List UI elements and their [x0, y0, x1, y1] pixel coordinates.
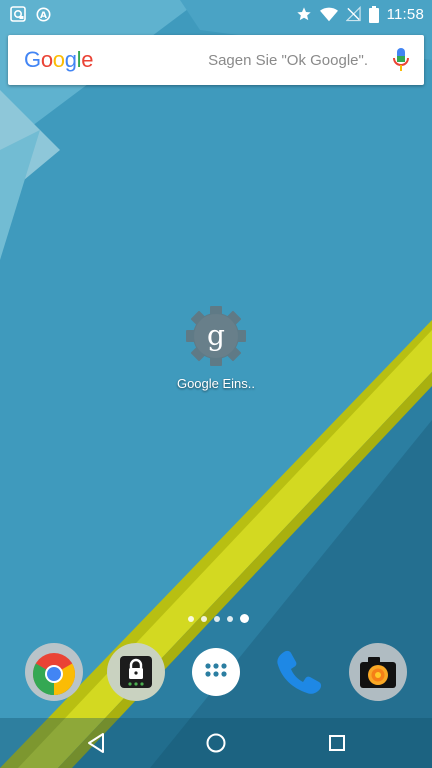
battery-icon: [368, 5, 379, 23]
status-left-icons: A: [10, 6, 51, 22]
search-hint[interactable]: Sagen Sie "Ok Google".: [208, 52, 368, 69]
svg-text:g: g: [207, 319, 225, 352]
recents-icon[interactable]: [324, 730, 350, 756]
dock-camera[interactable]: [348, 642, 408, 702]
dock-phone[interactable]: [268, 642, 328, 702]
star-icon: [296, 6, 312, 22]
lock-screen-icon: [107, 643, 165, 701]
page-dot[interactable]: [227, 615, 233, 622]
app-drawer-icon: [192, 648, 240, 696]
page-indicator: [188, 614, 249, 623]
google-search-bar[interactable]: Google Sagen Sie "Ok Google".: [8, 35, 424, 85]
wifi-icon: [319, 7, 338, 22]
status-bar: A 11:58: [0, 0, 432, 28]
back-icon[interactable]: [83, 730, 109, 756]
google-logo: Google: [24, 47, 94, 72]
google-settings-gear-icon: g: [186, 306, 246, 366]
sync-account-icon: [10, 6, 26, 22]
page-dot[interactable]: [214, 615, 220, 622]
dock-lock-app[interactable]: [106, 642, 166, 702]
microphone-icon[interactable]: [392, 47, 410, 73]
dock-chrome[interactable]: [24, 642, 84, 702]
status-right-icons: 11:58: [296, 5, 424, 23]
page-dot-active[interactable]: [240, 614, 249, 623]
dock: [0, 640, 432, 708]
chrome-icon: [25, 643, 83, 701]
no-signal-icon: [345, 6, 361, 22]
app-label: Google Eins..: [176, 376, 256, 391]
status-time: 11:58: [386, 5, 424, 23]
navigation-bar: [0, 718, 432, 768]
app-google-settings[interactable]: g Google Eins..: [168, 304, 264, 400]
home-icon[interactable]: [203, 730, 229, 756]
notification-a-icon: A: [36, 7, 51, 22]
svg-text:A: A: [40, 11, 47, 21]
page-dot[interactable]: [188, 615, 194, 622]
phone-icon: [277, 650, 322, 694]
page-dot[interactable]: [201, 615, 207, 622]
dock-app-drawer[interactable]: [186, 642, 246, 702]
camera-icon: [349, 643, 407, 701]
